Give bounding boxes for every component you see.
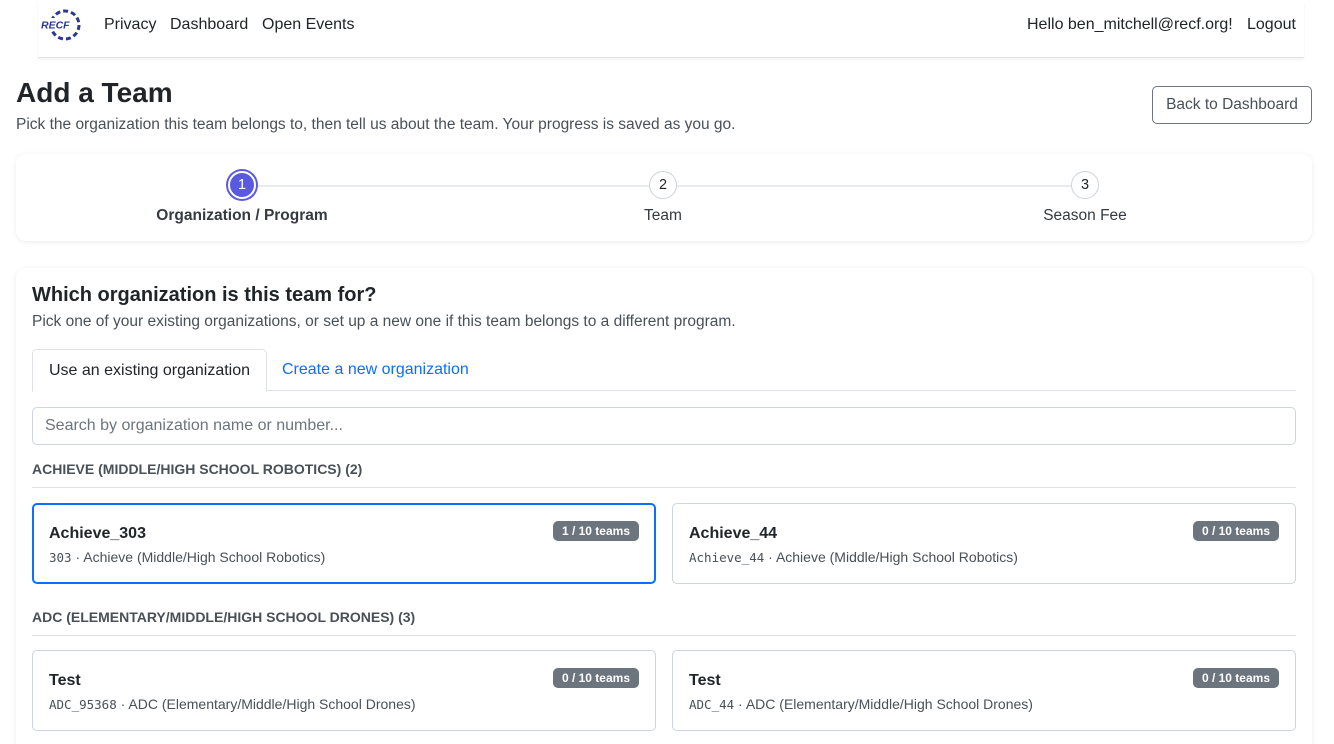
team-count-badge: 1 / 10 teams bbox=[552, 521, 639, 541]
team-count-badge: 0 / 10 teams bbox=[1192, 521, 1279, 541]
org-number: 303 bbox=[49, 550, 72, 565]
step-number: 2 bbox=[649, 171, 677, 199]
top-navbar: RECF Privacy Dashboard Open Events Hello… bbox=[38, 0, 1304, 58]
logout-link[interactable]: Logout bbox=[1247, 15, 1296, 35]
org-program: Achieve (Middle/High School Robotics) bbox=[83, 549, 326, 565]
user-greeting: Hello ben_mitchell@recf.org! bbox=[1027, 16, 1233, 33]
org-program: ADC (Elementary/Middle/High School Drone… bbox=[128, 696, 416, 712]
step-organization: 1 Organization / Program bbox=[122, 171, 362, 225]
org-card-test-95368[interactable]: Test ADC_95368 · ADC (Elementary/Middle/… bbox=[32, 650, 656, 731]
page-subtitle: Pick the organization this team belongs … bbox=[16, 116, 736, 133]
recf-logo[interactable]: RECF bbox=[40, 7, 84, 43]
org-name: Test bbox=[689, 672, 721, 689]
org-name: Test bbox=[49, 672, 81, 689]
org-meta: ADC_95368 · ADC (Elementary/Middle/High … bbox=[49, 696, 416, 712]
step-number: 3 bbox=[1071, 171, 1099, 199]
step-label: Organization / Program bbox=[156, 207, 328, 224]
org-card-achieve-44[interactable]: Achieve_44 Achieve_44 · Achieve (Middle/… bbox=[672, 503, 1296, 584]
tab-existing-organization[interactable]: Use an existing organization bbox=[32, 349, 268, 392]
org-number: ADC_95368 bbox=[49, 697, 117, 712]
org-meta: 303 · Achieve (Middle/High School Roboti… bbox=[49, 549, 326, 565]
org-program: ADC (Elementary/Middle/High School Drone… bbox=[745, 696, 1033, 712]
team-count-badge: 0 / 10 teams bbox=[1192, 668, 1279, 688]
section-title: Which organization is this team for? bbox=[32, 284, 377, 306]
org-card-achieve-303[interactable]: Achieve_303 303 · Achieve (Middle/High S… bbox=[32, 503, 656, 584]
group-header-adc: ADC (ELEMENTARY/MIDDLE/HIGH SCHOOL DRONE… bbox=[32, 608, 1296, 636]
team-count-badge: 0 / 10 teams bbox=[552, 668, 639, 688]
org-number: Achieve_44 bbox=[689, 550, 765, 565]
group-header-achieve: ACHIEVE (MIDDLE/HIGH SCHOOL ROBOTICS) (2… bbox=[32, 460, 1296, 488]
tab-create-organization[interactable]: Create a new organization bbox=[266, 349, 485, 391]
step-label: Season Fee bbox=[1043, 207, 1127, 224]
org-name: Achieve_303 bbox=[49, 525, 146, 542]
logo-text: RECF bbox=[41, 20, 70, 32]
step-number: 1 bbox=[228, 171, 256, 199]
step-team: 2 Team bbox=[543, 171, 783, 225]
org-program: Achieve (Middle/High School Robotics) bbox=[775, 549, 1018, 565]
org-meta: ADC_44 · ADC (Elementary/Middle/High Sch… bbox=[689, 696, 1033, 712]
section-subtitle: Pick one of your existing organizations,… bbox=[32, 313, 736, 330]
organization-select-card: Which organization is this team for? Pic… bbox=[16, 268, 1312, 744]
step-label: Team bbox=[644, 207, 682, 224]
back-to-dashboard-button[interactable]: Back to Dashboard bbox=[1152, 86, 1312, 124]
nav-privacy-link[interactable]: Privacy bbox=[104, 15, 156, 35]
org-card-test-44[interactable]: Test ADC_44 · ADC (Elementary/Middle/Hig… bbox=[672, 650, 1296, 731]
organization-search-input[interactable] bbox=[32, 407, 1296, 445]
step-season-fee: 3 Season Fee bbox=[965, 171, 1205, 225]
nav-open-events-link[interactable]: Open Events bbox=[262, 15, 355, 35]
nav-dashboard-link[interactable]: Dashboard bbox=[170, 15, 248, 35]
progress-stepper: 1 Organization / Program 2 Team 3 Season… bbox=[16, 154, 1312, 241]
org-mode-tabs: Use an existing organization Create a ne… bbox=[32, 349, 1296, 392]
page-title: Add a Team bbox=[16, 77, 173, 108]
org-meta: Achieve_44 · Achieve (Middle/High School… bbox=[689, 549, 1018, 565]
org-number: ADC_44 bbox=[689, 697, 735, 712]
org-name: Achieve_44 bbox=[689, 525, 778, 542]
